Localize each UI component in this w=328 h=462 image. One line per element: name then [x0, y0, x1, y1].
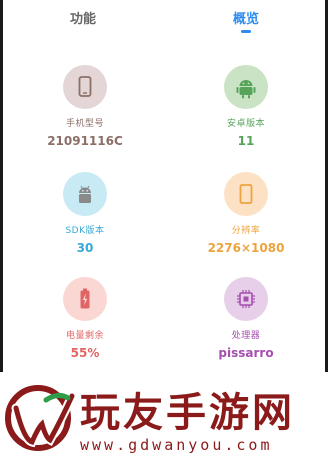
android-icon [224, 65, 268, 109]
tab-overview[interactable]: 概览 [206, 8, 286, 27]
processor-value: pissarro [218, 346, 274, 360]
battery-icon [63, 277, 107, 321]
left-edge [0, 0, 3, 372]
chip-icon [224, 277, 268, 321]
card-phone-model: 手机型号 21091116C [35, 65, 135, 148]
sdk-version-label: SDK版本 [65, 226, 105, 236]
card-resolution: 分辨率 2276×1080 [196, 172, 296, 255]
battery-value: 55% [70, 346, 100, 360]
processor-label: 处理器 [231, 331, 261, 341]
android-version-label: 安卓版本 [226, 119, 265, 129]
phone-model-value: 21091116C [47, 134, 123, 148]
resolution-label: 分辨率 [231, 226, 261, 236]
sdk-version-value: 30 [76, 241, 94, 255]
battery-label: 电量剩余 [65, 331, 104, 341]
watermark-logo-icon [2, 378, 77, 460]
card-processor: 处理器 pissarro [196, 277, 296, 360]
card-android-version: 安卓版本 11 [196, 65, 296, 148]
screen-icon [224, 172, 268, 216]
card-battery: 电量剩余 55% [35, 277, 135, 360]
phone-model-label: 手机型号 [65, 119, 104, 129]
android-version-value: 11 [237, 134, 255, 148]
phone-icon [63, 65, 107, 109]
watermark-brand-name: 玩友手游网 [80, 389, 295, 436]
watermark-url: www.gdwanyou.com [80, 436, 273, 454]
tab-active-indicator [241, 30, 251, 33]
sdk-android-icon [63, 172, 107, 216]
card-sdk-version: SDK版本 30 [35, 172, 135, 255]
resolution-value: 2276×1080 [207, 241, 285, 255]
tab-features[interactable]: 功能 [43, 8, 123, 27]
